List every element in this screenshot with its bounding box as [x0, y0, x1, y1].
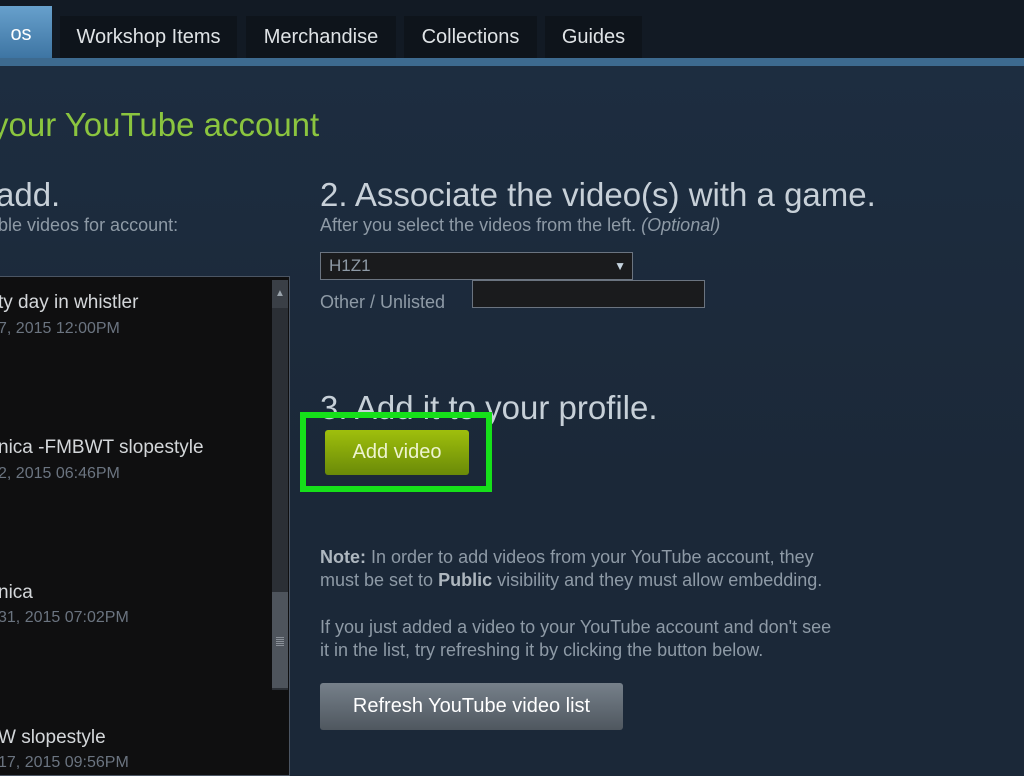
- video-item-3-title[interactable]: nica: [0, 582, 33, 604]
- step2-subtext-main: After you select the videos from the lef…: [320, 215, 637, 235]
- refresh-video-list-button[interactable]: Refresh YouTube video list: [320, 683, 623, 730]
- step2-heading: 2. Associate the video(s) with a game.: [320, 176, 876, 213]
- note-public: Public: [438, 570, 493, 590]
- step2-subtext: After you select the videos from the lef…: [320, 215, 720, 236]
- add-video-button[interactable]: Add video: [325, 430, 469, 475]
- game-select[interactable]: H1Z1 ▼: [320, 252, 633, 280]
- dropdown-arrow-icon: ▼: [614, 259, 626, 273]
- video-item-2-title[interactable]: nica -FMBWT slopestyle: [0, 437, 204, 459]
- other-game-input[interactable]: [472, 280, 705, 308]
- step1-subtext: ble videos for account:: [0, 215, 179, 235]
- tab-bar: os Workshop Items Merchandise Collection…: [0, 0, 1024, 58]
- other-unlisted-label: Other / Unlisted: [320, 292, 446, 312]
- note-line-2-pre: must be set to: [320, 570, 434, 590]
- tab-guides[interactable]: Guides: [545, 16, 642, 58]
- scrollbar-grip-icon: [276, 636, 284, 646]
- step1-heading: add.: [0, 176, 61, 213]
- tab-bar-divider: [0, 58, 1024, 66]
- video-list[interactable]: [0, 276, 290, 776]
- video-item-1-date: 7, 2015 12:00PM: [0, 320, 120, 337]
- game-select-value: H1Z1: [329, 256, 371, 275]
- note-line-1: Note: In order to add videos from your Y…: [320, 546, 814, 568]
- scroll-up-arrow-icon[interactable]: ▲: [272, 280, 288, 308]
- note-label: Note:: [320, 547, 366, 567]
- video-item-3-date: 31, 2015 07:02PM: [0, 609, 129, 626]
- tab-workshop-items[interactable]: Workshop Items: [60, 16, 237, 58]
- note-line-2-post: visibility and they must allow embedding…: [497, 570, 823, 590]
- refresh-hint-line-2: it in the list, try refreshing it by cli…: [320, 640, 764, 660]
- page-title: your YouTube account: [0, 106, 320, 143]
- video-item-4-title[interactable]: W slopestyle: [0, 727, 106, 749]
- tab-videos[interactable]: os: [0, 6, 52, 58]
- note-line-1-text: In order to add videos from your YouTube…: [371, 547, 814, 567]
- note-line-2: must be set to Public visibility and the…: [320, 569, 822, 591]
- refresh-hint-line-1: If you just added a video to your YouTub…: [320, 617, 832, 637]
- tab-collections[interactable]: Collections: [404, 16, 537, 58]
- video-item-1-title[interactable]: ty day in whistler: [0, 292, 138, 314]
- video-item-2-date: 2, 2015 06:46PM: [0, 465, 120, 482]
- video-item-4-date: 17, 2015 09:56PM: [0, 754, 129, 771]
- step2-subtext-optional: (Optional): [641, 215, 721, 235]
- tab-merchandise[interactable]: Merchandise: [246, 16, 396, 58]
